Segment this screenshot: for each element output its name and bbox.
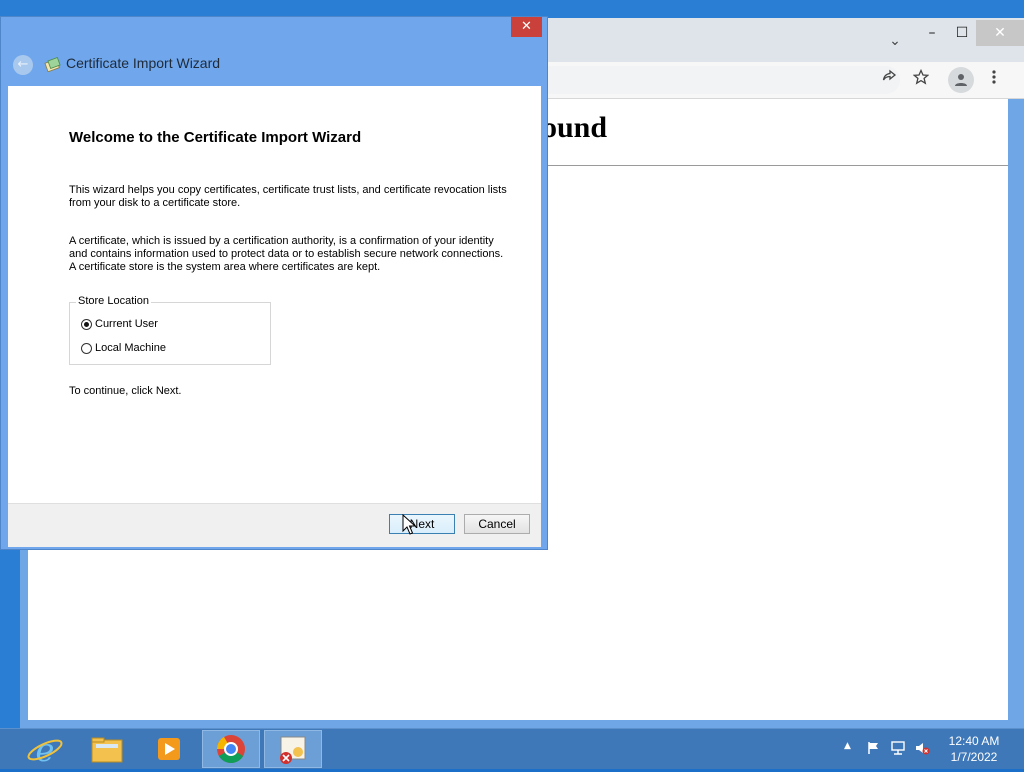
svg-text:e: e: [36, 731, 55, 768]
media-player-icon[interactable]: [140, 730, 198, 768]
back-arrow-icon[interactable]: ←: [13, 55, 33, 75]
certificate-icon[interactable]: [264, 730, 322, 768]
system-clock[interactable]: 12:40 AM 1/7/2022: [940, 733, 1008, 765]
chrome-icon[interactable]: [202, 730, 260, 768]
internet-explorer-icon[interactable]: e: [16, 730, 74, 769]
radio-unselected-icon[interactable]: [81, 342, 92, 354]
browser-close-button[interactable]: ✕: [976, 20, 1024, 46]
dialog-title: Certificate Import Wizard: [66, 55, 221, 71]
wizard-intro-text: This wizard helps you copy certificates,…: [69, 184, 507, 209]
tab-search-chevron-down-icon[interactable]: ⌄: [886, 32, 904, 50]
browser-maximize-button[interactable]: ☐: [946, 20, 978, 46]
show-hidden-icons-icon[interactable]: ▲: [844, 741, 851, 751]
page-heading: ound: [542, 111, 608, 144]
file-explorer-icon[interactable]: [78, 730, 136, 768]
radio-selected-icon[interactable]: [81, 318, 92, 330]
radio-current-user-label[interactable]: Current User: [95, 318, 158, 330]
wizard-description-text: A certificate, which is issued by a cert…: [69, 235, 504, 273]
continue-instruction: To continue, click Next.: [69, 385, 182, 397]
dialog-footer: Next Cancel: [8, 503, 541, 547]
browser-minimize-button[interactable]: –: [916, 20, 948, 46]
next-button[interactable]: Next: [389, 514, 455, 534]
taskbar: e ▲ 12:40 AM 1/7/2022: [0, 728, 1024, 769]
action-center-flag-icon[interactable]: [866, 740, 882, 756]
volume-muted-icon[interactable]: [914, 740, 930, 756]
store-location-label: Store Location: [76, 295, 151, 307]
radio-local-machine-label[interactable]: Local Machine: [95, 342, 166, 354]
dialog-close-button[interactable]: ✕: [511, 17, 542, 37]
kebab-menu-icon[interactable]: [982, 68, 1006, 92]
radio-local-machine[interactable]: Local Machine: [81, 340, 166, 356]
certificate-import-wizard-dialog: ✕ ← Certificate Import Wizard Welcome to…: [0, 16, 548, 550]
profile-icon[interactable]: [948, 67, 974, 93]
radio-current-user[interactable]: Current User: [81, 316, 158, 332]
cancel-button[interactable]: Cancel: [464, 514, 530, 534]
dialog-body: Welcome to the Certificate Import Wizard…: [8, 86, 541, 503]
network-icon[interactable]: [890, 740, 906, 756]
wizard-heading: Welcome to the Certificate Import Wizard: [69, 129, 362, 146]
certificate-wizard-icon: [44, 55, 62, 73]
share-icon[interactable]: [877, 68, 901, 92]
mouse-cursor-icon: [402, 514, 416, 535]
clock-time: 12:40 AM: [948, 734, 1000, 748]
star-icon[interactable]: [909, 68, 933, 92]
clock-date: 1/7/2022: [950, 750, 998, 764]
